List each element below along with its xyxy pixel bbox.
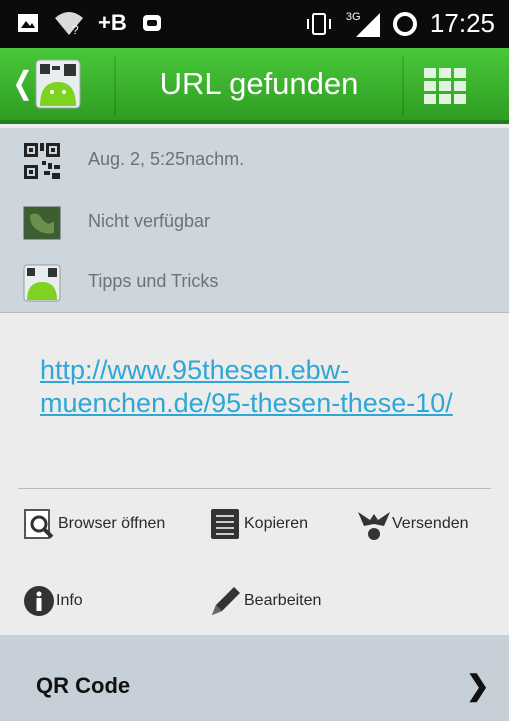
image-icon — [18, 14, 38, 32]
barcode-scanner-app-icon — [23, 264, 61, 302]
send-label: Versenden — [392, 515, 469, 532]
browser-search-icon — [24, 509, 54, 539]
info-row-tips[interactable]: Tipps und Tricks — [0, 263, 509, 303]
pencil-icon — [212, 587, 240, 615]
clock: 17:25 — [429, 8, 495, 38]
page-title: URL gefunden — [159, 66, 359, 101]
wifi-question-icon: ? — [55, 12, 83, 36]
url-content-area: http://www.95thesen.ebw-muenchen.de/95-t… — [0, 314, 509, 488]
info-label: Info — [56, 592, 83, 609]
scan-timestamp: Aug. 2, 5:25nachm. — [88, 149, 245, 169]
info-icon — [24, 586, 54, 616]
info-row-timestamp: Aug. 2, 5:25nachm. — [0, 141, 509, 181]
qr-code-label: QR Code — [36, 673, 131, 698]
edit-button[interactable]: Bearbeiten — [208, 583, 321, 619]
shield-app-icon — [142, 15, 161, 31]
qr-code-row[interactable]: QR Code ❯ — [0, 635, 509, 721]
chevron-right-icon: ❯ — [466, 670, 490, 701]
map-icon — [23, 206, 61, 240]
browser-open-button[interactable]: Browser öffnen — [22, 506, 165, 542]
edit-label: Bearbeiten — [244, 592, 322, 609]
scanned-url-link[interactable]: http://www.95thesen.ebw-muenchen.de/95-t… — [40, 354, 480, 420]
share-icon — [358, 512, 390, 540]
action-bar: ❬ URL gefunden — [0, 48, 509, 124]
info-row-location: Nicht verfügbar — [0, 203, 509, 243]
qr-code-icon — [24, 143, 60, 179]
battery-charging-icon — [392, 11, 417, 36]
location-status: Nicht verfügbar — [88, 211, 211, 231]
vibrate-icon — [306, 12, 331, 35]
copy-label: Kopieren — [244, 515, 309, 532]
apps-grid-icon[interactable] — [424, 68, 466, 106]
signal-icon: 3G — [346, 11, 380, 37]
scan-info-panel: Aug. 2, 5:25nachm. Nicht verfügbar Tipps… — [0, 128, 509, 313]
divider — [18, 488, 491, 489]
plus-b-label: +B — [98, 10, 127, 35]
svg-text:?: ? — [72, 23, 79, 36]
send-button[interactable]: Versenden — [356, 506, 469, 542]
barcode-scanner-logo-icon[interactable] — [34, 58, 82, 110]
browser-open-label: Browser öffnen — [58, 515, 166, 532]
status-bar: ? +B 3G 17:25 — [0, 0, 509, 48]
copy-list-icon — [211, 509, 239, 539]
tips-link[interactable]: Tipps und Tricks — [88, 271, 218, 292]
copy-button[interactable]: Kopieren — [208, 506, 308, 542]
info-button[interactable]: Info — [22, 583, 83, 619]
back-chevron-icon[interactable]: ❬ — [10, 66, 35, 101]
